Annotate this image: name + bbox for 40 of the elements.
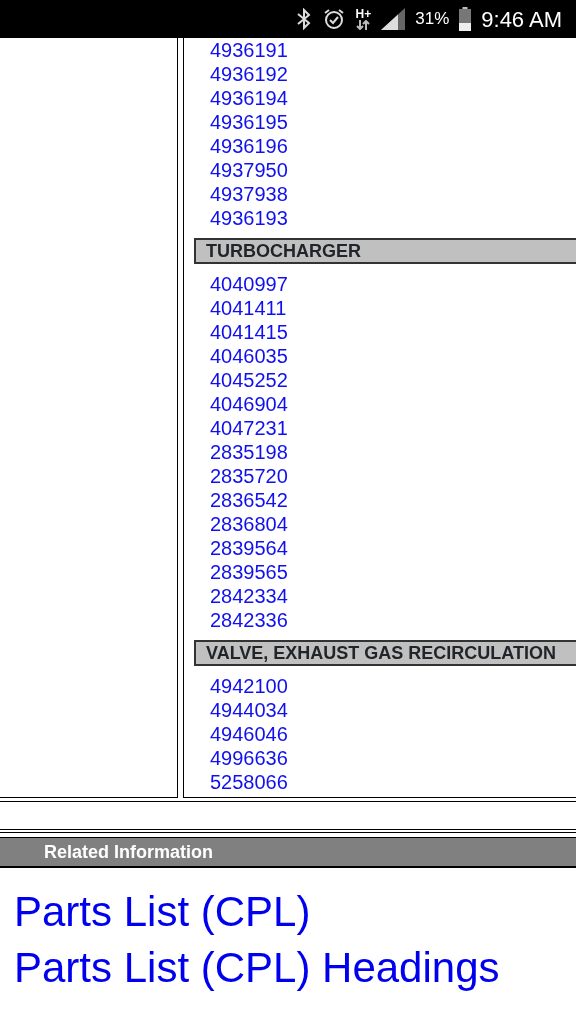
part-number-link[interactable]: 4936191 bbox=[194, 38, 288, 62]
battery-icon bbox=[459, 7, 472, 31]
part-number-link[interactable]: 2839565 bbox=[194, 560, 288, 584]
part-number-link[interactable]: 4936196 bbox=[194, 134, 288, 158]
part-number-link[interactable]: 4996636 bbox=[194, 746, 288, 770]
clock-time: 9:46 AM bbox=[481, 5, 562, 34]
part-number-link[interactable]: 2836804 bbox=[194, 512, 288, 536]
part-number-link[interactable]: 4936193 bbox=[194, 206, 288, 230]
part-number-link[interactable]: 2835198 bbox=[194, 440, 288, 464]
part-number-link[interactable]: 4937938 bbox=[194, 182, 288, 206]
part-number-link[interactable]: 5258066 bbox=[194, 770, 288, 794]
data-arrows-icon bbox=[356, 20, 371, 30]
related-link[interactable]: Parts List (CPL) bbox=[0, 884, 311, 940]
section-header-bar: Related Information bbox=[0, 837, 576, 868]
part-number-link[interactable]: 4936194 bbox=[194, 86, 288, 110]
network-type: H+ bbox=[355, 8, 372, 20]
part-number-link[interactable]: 2836542 bbox=[194, 488, 288, 512]
part-number-link[interactable]: 2842334 bbox=[194, 584, 288, 608]
signal-icon bbox=[381, 8, 406, 30]
part-number-link[interactable]: 2835720 bbox=[194, 464, 288, 488]
part-number-link[interactable]: 4046035 bbox=[194, 344, 288, 368]
part-number-link[interactable]: 2842336 bbox=[194, 608, 288, 632]
section-heading: VALVE, EXHAUST GAS RECIRCULATION bbox=[194, 640, 576, 666]
part-number-link[interactable]: 4944034 bbox=[194, 698, 288, 722]
part-number-link[interactable]: 4040997 bbox=[194, 272, 288, 296]
part-number-link[interactable]: 4041415 bbox=[194, 320, 288, 344]
bluetooth-icon bbox=[295, 8, 312, 30]
part-number-link[interactable]: 4045252 bbox=[194, 368, 288, 392]
related-link[interactable]: Parts List (CPL) Headings bbox=[0, 940, 500, 996]
battery-percent: 31% bbox=[415, 8, 450, 31]
part-number-link[interactable]: 4936195 bbox=[194, 110, 288, 134]
part-number-link[interactable]: 4041411 bbox=[194, 296, 287, 320]
part-number-link[interactable]: 4937950 bbox=[194, 158, 288, 182]
part-number-link[interactable]: 4942100 bbox=[194, 674, 288, 698]
part-number-link[interactable]: 4047231 bbox=[194, 416, 288, 440]
part-number-link[interactable]: 4046904 bbox=[194, 392, 288, 416]
part-number-link[interactable]: 4946046 bbox=[194, 722, 288, 746]
part-number-link[interactable]: 2839564 bbox=[194, 536, 288, 560]
part-number-link[interactable]: 4936192 bbox=[194, 62, 288, 86]
section-heading: TURBOCHARGER bbox=[194, 238, 576, 264]
